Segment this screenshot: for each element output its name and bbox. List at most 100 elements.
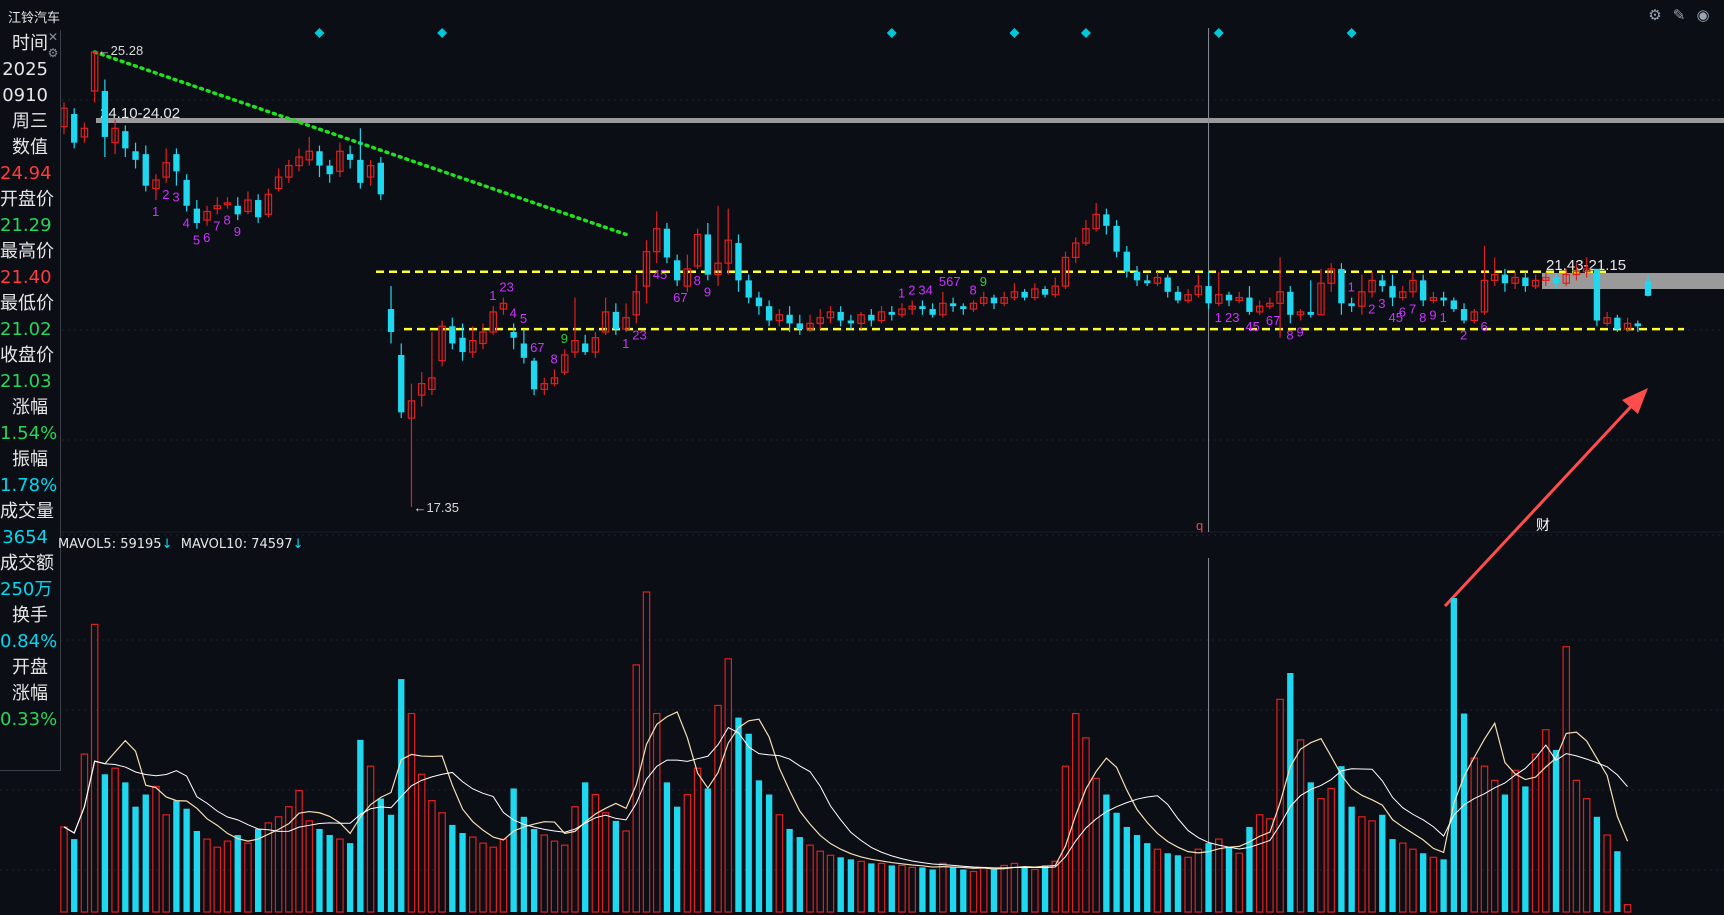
info-value: 1.54% [0,423,58,444]
volume-bar [530,828,538,912]
volume-bar [60,826,68,913]
volume-legend: MAVOL5: 59195↓ MAVOL10: 74597↓ [58,537,303,552]
info-label: 成交额 [0,553,54,574]
candle-body [449,326,456,344]
volume-bar [1450,598,1458,912]
td-count-marker: 23 [1225,310,1239,325]
candle-body [254,200,262,218]
volume-bar [510,788,517,912]
td-count-marker: 67 [673,290,687,305]
td-count-marker: 5 [520,311,527,326]
candle-body [765,306,773,321]
volume-bar [387,814,395,912]
resistance-band-left [96,118,1724,123]
info-value: 1.78% [0,475,58,496]
volume-bar [1307,782,1314,912]
candle-body [837,311,844,321]
candle-body [1522,277,1529,287]
volume-bar [1041,865,1049,912]
candle-body [1420,280,1427,301]
info-value: 0.33% [0,709,58,730]
candle-body [1246,297,1253,312]
td-count-marker: 8 [970,282,977,297]
candle-body [663,228,671,258]
volume-bar [1429,856,1438,913]
td-count-marker: 2 [162,187,169,202]
volume-bar [1490,779,1499,913]
td-count-marker: 67 [1266,313,1280,328]
info-label: 开盘价 [0,189,54,210]
volume-bar [1511,769,1519,913]
volume-bar [1552,749,1560,912]
volume-bar [377,798,384,912]
info-label: 换手 [12,605,48,626]
candle-body [745,280,752,298]
candle-body [1021,291,1028,298]
volume-bar [152,785,160,913]
candle-body [1287,291,1294,315]
candle-body [1338,268,1345,304]
volume-bar [479,842,487,913]
volume-bar [919,867,926,912]
volume-bar [193,830,201,912]
volume-bar [326,835,333,912]
candle-body [704,234,711,275]
volume-bar [489,846,497,913]
td-count-marker: 23 [499,280,513,295]
low-price-label: ←17.35 [413,500,459,515]
candle-body [142,154,149,186]
volume-bar [1542,729,1550,913]
volume-bar [264,822,273,913]
td-count-marker: 1 [1348,280,1355,295]
td-count-marker: 1 [622,336,629,351]
candle-body [1348,303,1355,307]
volume-bar [1276,698,1284,913]
volume-bar [1480,765,1489,913]
candle-body [234,205,241,215]
signal-diamond-icon [886,28,897,38]
volume-bar [877,862,886,913]
volume-bar [449,824,456,912]
td-count-marker: 9 [1429,307,1436,322]
td-count-marker: 8 [1419,310,1426,325]
td-count-marker: 7 [1409,302,1416,317]
volume-bar [1174,855,1182,912]
volume-bar [745,733,752,912]
volume-bar [1153,848,1162,913]
volume-bar [868,863,875,912]
td-count-marker: 4 [510,305,517,320]
volume-bar [847,859,855,912]
mavol5-label: MAVOL5: 59195 [58,537,162,552]
signal-diamond-icon [314,28,325,38]
mavol10-arrow-icon: ↓ [292,537,304,552]
td-count-marker: 8 [551,351,558,366]
candle-body [1113,225,1120,252]
candle-body [990,297,998,304]
info-value: 2025 [2,59,48,80]
info-value: 周三 [12,111,48,132]
volume-bar [213,846,222,913]
candle-body [520,343,528,358]
volume-bar [1379,814,1386,912]
candle-body [1460,309,1468,321]
volume-bar [142,794,149,912]
volume-bar [1389,839,1396,912]
volume-bar [1255,814,1264,913]
td-count-marker: 6 [1399,304,1406,319]
volume-bar [724,658,733,913]
volume-bar [1205,843,1212,912]
volume-bar [1501,794,1509,912]
info-label: 涨幅 [12,397,48,418]
mavol5-arrow-icon: ↓ [161,537,173,552]
kline-chart[interactable]: 24.10-24.0221.43-21.15←25.28←17.3512 345 6… [0,0,1724,915]
volume-bar [1113,812,1120,912]
volume-bar [560,844,569,913]
candle-body [888,311,895,315]
candle-body [755,297,763,307]
volume-bar [612,820,620,912]
volume-bar [765,794,773,912]
volume-bar [90,623,99,913]
td-count-marker: 9 [980,274,987,289]
q-marker: q [1196,518,1203,533]
td-count-marker: 8 [1286,327,1293,342]
